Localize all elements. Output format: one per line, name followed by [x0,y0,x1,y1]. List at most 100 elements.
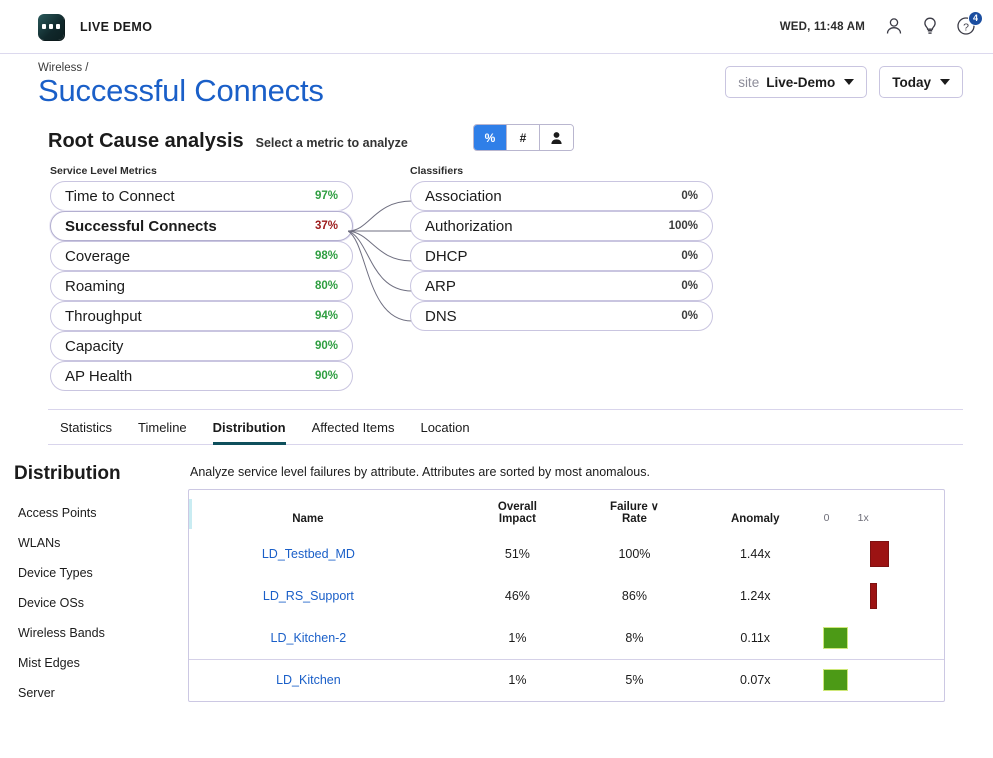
site-selector[interactable]: site Live-Demo [725,66,867,98]
row-overall-impact: 51% [461,533,574,575]
table-header-row: Name Overall Impact Failure∨ Rate [189,490,944,533]
person-icon [550,131,563,145]
classifier-value: 0% [681,250,698,262]
row-anomaly-bar-cell [816,575,944,617]
page-header: Wireless / Successful Connects site Live… [0,54,993,120]
classifier-row[interactable]: DHCP0% [410,241,713,271]
table-row[interactable]: LD_Kitchen-21%8%0.11x [189,617,944,659]
row-failure-rate: 5% [574,659,695,701]
metric-name: Successful Connects [65,218,315,235]
service-level-metrics-heading: Service Level Metrics [50,165,353,177]
tab-section: Statistics Timeline Distribution Affected I… [48,409,963,445]
table-row[interactable]: LD_Kitchen1%5%0.07x [189,659,944,701]
classifier-row[interactable]: Authorization100% [410,211,713,241]
column-header-failure-line2: Rate [574,513,695,525]
root-cause-title: Root Cause analysis [48,130,244,153]
metric-name: AP Health [65,368,315,385]
row-anomaly-bar-cell [816,617,944,659]
root-cause-section: Root Cause analysis Select a metric to a… [0,120,993,393]
column-header-anomaly-scale: 0 1x [816,490,944,533]
column-header-failure-rate[interactable]: Failure∨ Rate [574,490,695,533]
anomaly-bar-track [817,665,943,695]
service-level-metrics-column: Service Level Metrics Time to Connect97%… [50,165,353,391]
row-overall-impact: 1% [461,659,574,701]
classifier-value: 0% [681,190,698,202]
metric-value: 90% [315,340,338,352]
service-level-metric-row[interactable]: Throughput94% [50,301,353,331]
attribute-item-access-points[interactable]: Access Points [18,499,188,529]
column-header-anomaly[interactable]: Anomaly [695,490,816,533]
tab-timeline[interactable]: Timeline [138,420,187,445]
distribution-content: Analyze service level failures by attrib… [188,463,993,709]
service-level-metric-row[interactable]: Time to Connect97% [50,181,353,211]
scale-max-label: 1x [858,512,869,524]
column-header-overall-impact[interactable]: Overall Impact [461,490,574,533]
metric-value: 37% [315,220,338,232]
attribute-item-wireless-bands[interactable]: Wireless Bands [18,619,188,649]
chevron-down-icon [844,79,854,85]
lightbulb-icon[interactable] [919,15,941,39]
anomaly-scale-labels: 0 1x [816,512,944,525]
row-anomaly-value: 0.11x [695,617,816,659]
row-name-link[interactable]: LD_Kitchen-2 [189,617,461,659]
tab-distribution[interactable]: Distribution [213,420,286,445]
classifier-row[interactable]: Association0% [410,181,713,211]
row-name-link[interactable]: LD_RS_Support [189,575,461,617]
row-anomaly-value: 0.07x [695,659,816,701]
metric-unit-toggle-group[interactable]: %# [473,124,574,151]
metric-name: Capacity [65,338,315,355]
chevron-down-icon [940,79,950,85]
attribute-item-mist-edges[interactable]: Mist Edges [18,649,188,679]
metric-name: Throughput [65,308,315,325]
distribution-sidebar: Distribution Access PointsWLANsDevice Ty… [0,463,188,709]
distribution-description: Analyze service level failures by attrib… [190,465,945,479]
site-selector-value: Live-Demo [766,75,835,90]
metric-value: 90% [315,370,338,382]
service-level-metric-row[interactable]: AP Health90% [50,361,353,391]
metric-value: 80% [315,280,338,292]
column-header-impact-line2: Impact [461,513,574,525]
attribute-item-wlans[interactable]: WLANs [18,529,188,559]
table-body: LD_Testbed_MD51%100%1.44xLD_RS_Support46… [189,533,944,701]
classifier-name: DHCP [425,248,681,265]
service-level-metric-row[interactable]: Coverage98% [50,241,353,271]
classifier-row[interactable]: ARP0% [410,271,713,301]
row-name-link[interactable]: LD_Testbed_MD [189,533,461,575]
classifiers-heading: Classifiers [410,165,713,177]
anomaly-bar-track [817,539,943,569]
root-cause-panels: Service Level Metrics Time to Connect97%… [48,165,993,393]
anomaly-bar [823,627,848,649]
selected-attribute-indicator [189,499,192,529]
tab-affected-items[interactable]: Affected Items [312,420,395,445]
row-name-link[interactable]: LD_Kitchen [189,659,461,701]
sort-descending-chevron-icon[interactable]: ∨ [651,501,659,513]
app-logo-icon[interactable] [38,14,64,40]
column-header-name-label: Name [189,513,427,525]
tab-statistics[interactable]: Statistics [60,420,112,445]
row-overall-impact: 46% [461,575,574,617]
help-icon[interactable]: ? 4 [955,15,977,39]
toggle-count[interactable]: # [507,125,540,150]
time-range-selector[interactable]: Today [879,66,963,98]
attribute-item-device-oss[interactable]: Device OSs [18,589,188,619]
attribute-item-device-types[interactable]: Device Types [18,559,188,589]
classifier-row[interactable]: DNS0% [410,301,713,331]
metric-name: Roaming [65,278,315,295]
service-level-metric-row[interactable]: Capacity90% [50,331,353,361]
user-icon[interactable] [883,15,905,39]
classifier-name: Association [425,188,681,205]
tab-location[interactable]: Location [420,420,469,445]
toggle-percent[interactable]: % [474,125,507,150]
toggle-per-client-icon[interactable] [540,125,573,150]
site-selector-label: site [738,75,759,90]
table-row[interactable]: LD_RS_Support46%86%1.24x [189,575,944,617]
table-row[interactable]: LD_Testbed_MD51%100%1.44x [189,533,944,575]
service-level-metric-row[interactable]: Roaming80% [50,271,353,301]
attribute-item-server[interactable]: Server [18,679,188,709]
classifier-value: 100% [669,220,698,232]
metric-name: Time to Connect [65,188,315,205]
service-level-metric-row[interactable]: Successful Connects37% [50,211,353,241]
distribution-section: Distribution Access PointsWLANsDevice Ty… [0,445,993,709]
row-anomaly-bar-cell [816,533,944,575]
column-header-name[interactable]: Name [189,490,461,533]
